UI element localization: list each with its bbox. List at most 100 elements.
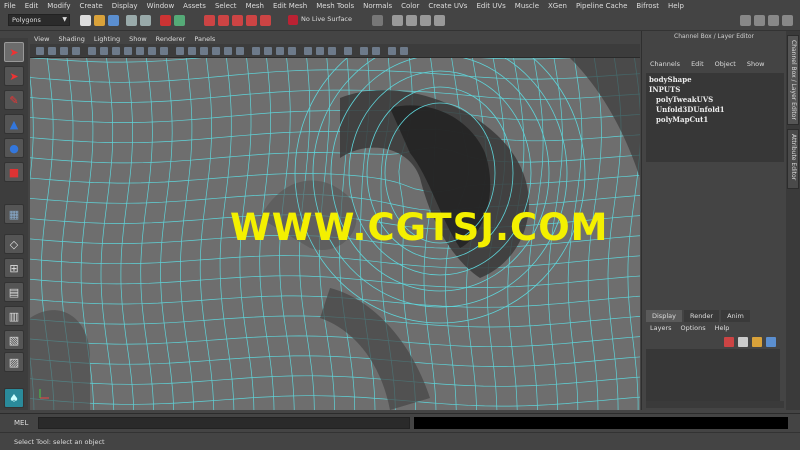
open-scene-icon[interactable] xyxy=(94,15,105,26)
persp-graph-layout-icon[interactable]: ▥ xyxy=(4,306,24,326)
command-input[interactable] xyxy=(38,417,410,429)
wireframe-icon[interactable] xyxy=(176,47,184,55)
tab-channel-box-layer-editor[interactable]: Channel Box / Layer Editor xyxy=(787,35,799,125)
script-language-toggle[interactable]: MEL xyxy=(14,419,28,427)
depth-of-field-icon[interactable] xyxy=(288,47,296,55)
menu-select[interactable]: Select xyxy=(215,2,237,10)
undo-icon[interactable] xyxy=(126,15,137,26)
tab-render[interactable]: Render xyxy=(683,310,720,322)
tab-display[interactable]: Display xyxy=(646,310,682,322)
menu-help[interactable]: Help xyxy=(668,2,684,10)
layer-scrollbar[interactable] xyxy=(646,401,784,408)
attribute-editor-icon[interactable] xyxy=(768,15,779,26)
menu-display[interactable]: Display xyxy=(112,2,138,10)
smooth-shade-icon[interactable] xyxy=(188,47,196,55)
snap-point-icon[interactable] xyxy=(232,15,243,26)
mudbox-icon[interactable]: ♠ xyxy=(4,388,24,408)
modeling-toolkit-icon[interactable] xyxy=(740,15,751,26)
new-scene-icon[interactable] xyxy=(80,15,91,26)
new-layer-selected-icon[interactable] xyxy=(738,337,748,347)
motion-blur-icon[interactable] xyxy=(264,47,272,55)
resolution-gate-icon[interactable] xyxy=(112,47,120,55)
gate-mask-icon[interactable] xyxy=(124,47,132,55)
snap-live-icon[interactable] xyxy=(260,15,271,26)
menu-file[interactable]: File xyxy=(4,2,16,10)
snap-view-icon[interactable] xyxy=(246,15,257,26)
paint-select-tool-icon[interactable]: ✎ xyxy=(4,90,24,110)
tab-anim[interactable]: Anim xyxy=(721,310,750,322)
object-menu[interactable]: Object xyxy=(715,60,736,68)
perspective-viewport[interactable]: WWW.CGTSJ.COM xyxy=(30,58,640,410)
menu-mesh-tools[interactable]: Mesh Tools xyxy=(316,2,354,10)
wireframe-on-shaded-icon[interactable] xyxy=(200,47,208,55)
menu-create[interactable]: Create xyxy=(79,2,102,10)
image-plane-icon[interactable] xyxy=(72,47,80,55)
menu-modify[interactable]: Modify xyxy=(47,2,70,10)
menu-xgen[interactable]: XGen xyxy=(548,2,567,10)
menu-create-uvs[interactable]: Create UVs xyxy=(428,2,467,10)
node-name[interactable]: bodyShape xyxy=(649,75,781,85)
scale-tool-icon[interactable]: ■ xyxy=(4,162,24,182)
rotate-tool-icon[interactable]: ● xyxy=(4,138,24,158)
menu-window[interactable]: Window xyxy=(147,2,175,10)
options-menu[interactable]: Options xyxy=(681,324,706,332)
help-menu[interactable]: Help xyxy=(715,324,730,332)
input-node-polymapcut[interactable]: polyMapCut1 xyxy=(649,115,781,125)
grid-icon[interactable] xyxy=(88,47,96,55)
camera-select-icon[interactable] xyxy=(36,47,44,55)
menu-assets[interactable]: Assets xyxy=(183,2,206,10)
isolate-select-icon[interactable] xyxy=(304,47,312,55)
render-frame-icon[interactable] xyxy=(406,15,417,26)
safe-title-icon[interactable] xyxy=(160,47,168,55)
viewport-menu-renderer[interactable]: Renderer xyxy=(156,35,186,43)
outliner-layout-icon[interactable]: ▨ xyxy=(4,352,24,372)
menu-edit[interactable]: Edit xyxy=(25,2,39,10)
menu-normals[interactable]: Normals xyxy=(363,2,392,10)
move-tool-icon[interactable]: ▲ xyxy=(4,114,24,134)
snap-curve-icon[interactable] xyxy=(218,15,229,26)
menu-pipeline-cache[interactable]: Pipeline Cache xyxy=(576,2,627,10)
four-view-layout-icon[interactable]: ⊞ xyxy=(4,258,24,278)
new-layer-icon[interactable] xyxy=(724,337,734,347)
bookmarks-icon[interactable] xyxy=(60,47,68,55)
share-icon[interactable] xyxy=(400,47,408,55)
menu-mesh[interactable]: Mesh xyxy=(246,2,264,10)
viewport-menu-panels[interactable]: Panels xyxy=(194,35,215,43)
menu-muscle[interactable]: Muscle xyxy=(515,2,539,10)
layers-menu[interactable]: Layers xyxy=(650,324,672,332)
safe-action-icon[interactable] xyxy=(148,47,156,55)
film-gate-icon[interactable] xyxy=(100,47,108,55)
lasso-tool-icon[interactable]: ➤ xyxy=(4,66,24,86)
redo-icon[interactable] xyxy=(140,15,151,26)
ambient-occlusion-icon[interactable] xyxy=(252,47,260,55)
render-settings-icon[interactable] xyxy=(434,15,445,26)
select-hierarchy-icon[interactable] xyxy=(160,15,171,26)
move-layer-down-icon[interactable] xyxy=(766,337,776,347)
gamma-icon[interactable] xyxy=(360,47,368,55)
viewport-menu-lighting[interactable]: Lighting xyxy=(94,35,120,43)
show-manipulator-icon[interactable]: ▦ xyxy=(4,204,24,224)
persp-outliner-layout-icon[interactable]: ▤ xyxy=(4,282,24,302)
color-management-icon[interactable] xyxy=(344,47,352,55)
menu-edit-uvs[interactable]: Edit UVs xyxy=(476,2,505,10)
single-perspective-layout-icon[interactable]: ◇ xyxy=(4,234,24,254)
viewport-menu-view[interactable]: View xyxy=(34,35,49,43)
camera-attributes-icon[interactable] xyxy=(48,47,56,55)
menu-color[interactable]: Color xyxy=(401,2,419,10)
channel-box-icon[interactable] xyxy=(782,15,793,26)
layer-list[interactable] xyxy=(646,349,780,401)
inputs-header[interactable]: INPUTS xyxy=(649,85,781,95)
save-scene-icon[interactable] xyxy=(108,15,119,26)
exposure-icon[interactable] xyxy=(372,47,380,55)
textured-icon[interactable] xyxy=(212,47,220,55)
human-ik-icon[interactable] xyxy=(754,15,765,26)
edit-menu[interactable]: Edit xyxy=(691,60,704,68)
tab-attribute-editor[interactable]: Attribute Editor xyxy=(787,129,799,189)
select-object-icon[interactable] xyxy=(174,15,185,26)
input-node-polytweakuvs[interactable]: polyTweakUVS xyxy=(649,95,781,105)
move-layer-up-icon[interactable] xyxy=(752,337,762,347)
anti-aliasing-icon[interactable] xyxy=(276,47,284,55)
render-view-icon[interactable] xyxy=(392,15,403,26)
show-menu[interactable]: Show xyxy=(747,60,765,68)
channels-menu[interactable]: Channels xyxy=(650,60,680,68)
